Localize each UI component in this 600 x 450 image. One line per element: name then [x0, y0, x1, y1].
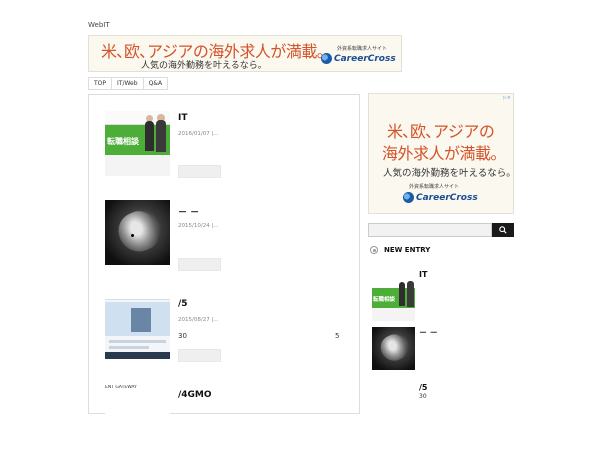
list-item[interactable]: － － 2015/10/24 |...: [105, 195, 355, 275]
sidebar-ad[interactable]: ▷× 米､欧､アジアの 海外求人が満載｡ 人気の海外勤務を叶えるなら。 外資系転…: [368, 93, 514, 214]
search-input[interactable]: [368, 223, 492, 237]
post-excerpt: 30: [178, 332, 187, 340]
nav-item-qa[interactable]: Q&A: [144, 78, 169, 89]
list-item[interactable]: /5 2015/08/27 |... 30 5: [105, 290, 355, 370]
thumb-caption: ENT GATEWAY: [105, 385, 137, 390]
new-entry-header: NEW ENTRY: [370, 246, 430, 254]
ad-small-text: 外資系転職求人サイト: [337, 46, 388, 52]
post-meta: 2015/08/27 |...: [178, 317, 219, 323]
read-more-button[interactable]: [178, 165, 221, 178]
entry-thumbnail[interactable]: [372, 327, 415, 370]
post-meta: 2015/10/24 |...: [178, 223, 219, 229]
post-thumbnail[interactable]: [105, 294, 170, 359]
entry-title[interactable]: IT: [419, 270, 427, 279]
post-thumbnail[interactable]: 転職相談: [105, 111, 170, 176]
ad-line-3: 人気の海外勤務を叶えるなら。: [383, 168, 514, 179]
nav-item-top[interactable]: TOP: [89, 78, 113, 89]
ad-brand-text: CareerCross: [416, 192, 478, 203]
careercross-logo-icon: [321, 53, 332, 64]
post-title[interactable]: IT: [178, 113, 188, 123]
post-title[interactable]: /5: [178, 299, 188, 309]
post-title[interactable]: － －: [178, 205, 199, 218]
read-more-button[interactable]: [178, 349, 221, 362]
search-icon: [499, 226, 507, 234]
post-thumbnail[interactable]: [105, 200, 170, 265]
ad-brand-text: CareerCross: [334, 53, 396, 64]
ad-subline: 人気の海外勤務を叶えるなら。: [141, 61, 267, 71]
thumb-caption: 転職相談: [107, 137, 139, 146]
careercross-logo-icon: [403, 192, 414, 203]
ad-brand: CareerCross: [321, 53, 396, 64]
ad-brand: CareerCross: [403, 192, 478, 203]
read-more-button[interactable]: [178, 258, 221, 271]
ad-line-2: 海外求人が満載｡: [382, 144, 499, 163]
ad-line-1: 米､欧､アジアの: [387, 122, 495, 141]
post-title[interactable]: /4GMO: [178, 390, 212, 400]
entry-title[interactable]: /5: [419, 383, 428, 392]
site-title[interactable]: WebIT: [88, 21, 110, 29]
post-thumbnail[interactable]: ENT GATEWAY: [105, 385, 170, 450]
post-meta: 2016/01/07 |...: [178, 131, 219, 137]
list-item[interactable]: ENT GATEWAY /4GMO: [105, 383, 355, 450]
adchoices-icon[interactable]: ▷×: [503, 95, 511, 101]
nav-item-itweb[interactable]: IT/Web: [112, 78, 144, 89]
top-banner-ad[interactable]: 米､欧､アジアの海外求人が満載｡ 人気の海外勤務を叶えるなら。 外資系転職求人サ…: [88, 35, 402, 72]
search-button[interactable]: [492, 223, 514, 237]
main-nav: TOP IT/Web Q&A: [88, 77, 169, 90]
thumb-caption: 転職相談: [373, 297, 396, 303]
ad-small-text: 外資系転職求人サイト: [409, 184, 460, 190]
post-excerpt-end: 5: [335, 332, 340, 340]
entry-thumbnail[interactable]: 転職相談: [372, 278, 415, 321]
list-item[interactable]: 転職相談 IT 2016/01/07 |...: [105, 107, 355, 187]
new-entry-title: NEW ENTRY: [384, 246, 431, 254]
entry-title[interactable]: － －: [419, 327, 438, 338]
circle-dot-icon: [370, 246, 378, 254]
post-list: 転職相談 IT 2016/01/07 |... － － 2015/10/24 |…: [88, 94, 360, 450]
entry-excerpt: 30: [419, 393, 427, 400]
search-form: [368, 223, 514, 237]
